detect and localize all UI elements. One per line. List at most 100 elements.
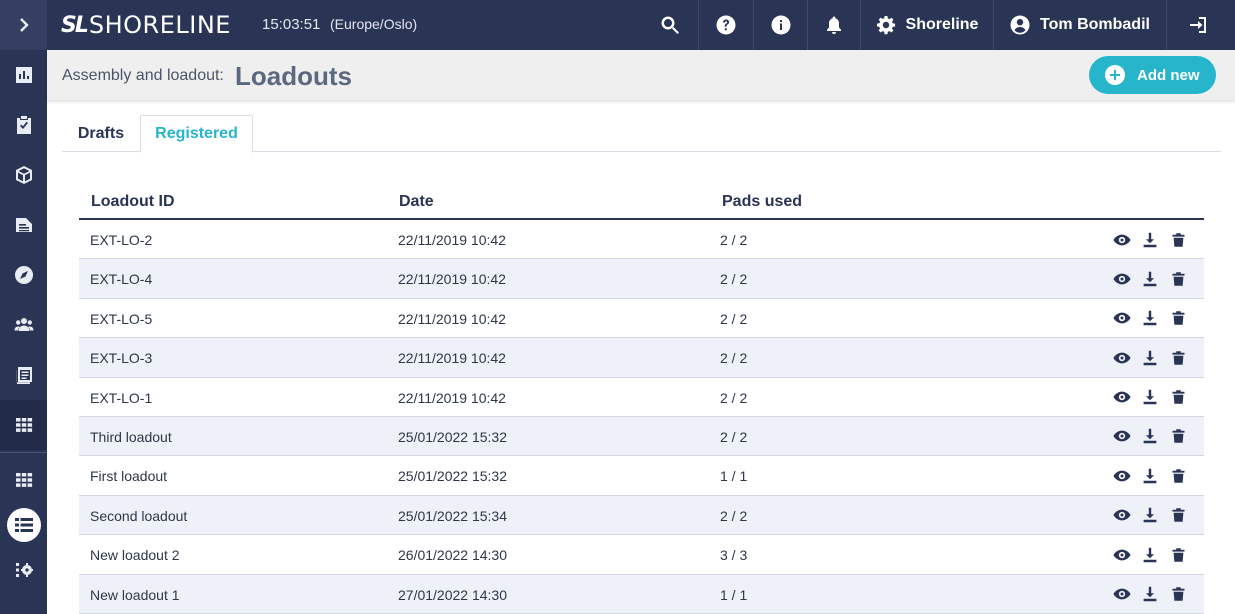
add-new-button[interactable]: Add new — [1089, 56, 1216, 94]
view-button[interactable] — [1113, 309, 1131, 327]
view-button[interactable] — [1113, 467, 1131, 485]
pads-used-cell: 2 / 2 — [720, 271, 748, 288]
sidebar-item-calendar[interactable] — [0, 350, 47, 400]
help-button[interactable] — [699, 0, 753, 50]
download-icon — [1143, 508, 1157, 523]
download-icon — [1143, 468, 1157, 484]
date-cell: 25/01/2022 15:32 — [398, 468, 507, 485]
logout-button[interactable] — [1172, 0, 1224, 50]
tab-bar: Drafts Registered — [62, 115, 1221, 153]
download-button[interactable] — [1141, 388, 1159, 406]
tab-registered[interactable]: Registered — [140, 115, 253, 153]
sidebar-item-tasks[interactable] — [0, 100, 47, 150]
sidebar-item-navigation[interactable] — [0, 250, 47, 300]
delete-button[interactable] — [1169, 309, 1187, 327]
row-actions — [1113, 575, 1187, 614]
sidebar-item-assembly[interactable] — [0, 400, 47, 450]
table-row[interactable]: EXT-LO-5 22/11/2019 10:42 2 / 2 — [79, 299, 1204, 339]
sidebar-expand-button[interactable] — [0, 0, 47, 50]
table-row[interactable]: First loadout 25/01/2022 15:32 1 / 1 — [79, 456, 1204, 496]
gear-icon — [876, 16, 895, 35]
delete-button[interactable] — [1169, 467, 1187, 485]
table-row[interactable]: EXT-LO-3 22/11/2019 10:42 2 / 2 — [79, 338, 1204, 378]
delete-button[interactable] — [1169, 231, 1187, 249]
logo-text: SHORELINE — [88, 11, 231, 39]
delete-button[interactable] — [1169, 506, 1187, 524]
sidebar-divider — [0, 452, 47, 453]
app-logo[interactable]: SL SHORELINE — [61, 10, 231, 40]
download-button[interactable] — [1141, 467, 1159, 485]
view-button[interactable] — [1113, 270, 1131, 288]
user-avatar-icon — [1010, 15, 1030, 35]
chevron-right-icon — [19, 18, 29, 32]
date-cell: 22/11/2019 10:42 — [398, 232, 506, 248]
sidebar-item-documents[interactable] — [0, 200, 47, 250]
eye-icon — [1113, 588, 1131, 600]
trash-icon — [1172, 508, 1184, 522]
download-button[interactable] — [1141, 506, 1159, 524]
sidebar-item-users[interactable] — [0, 300, 47, 350]
loadouts-table: Loadout ID Date Pads used EXT-LO-2 22/11… — [79, 180, 1204, 614]
view-button[interactable] — [1113, 506, 1131, 524]
view-button[interactable] — [1113, 546, 1131, 564]
download-button[interactable] — [1141, 349, 1159, 367]
pads-used-cell: 2 / 2 — [720, 232, 748, 248]
column-header-date[interactable]: Date — [399, 193, 434, 211]
search-button[interactable] — [643, 0, 697, 50]
delete-button[interactable] — [1169, 270, 1187, 288]
page-header: Assembly and loadout: Loadouts Add new — [47, 50, 1235, 100]
view-button[interactable] — [1113, 388, 1131, 406]
view-button[interactable] — [1113, 231, 1131, 249]
row-actions — [1113, 417, 1187, 456]
table-row[interactable]: Third loadout 25/01/2022 15:32 2 / 2 — [79, 416, 1204, 457]
table-row[interactable]: New loadout 1 27/01/2022 14:30 1 / 1 — [79, 574, 1204, 614]
delete-button[interactable] — [1169, 349, 1187, 367]
trash-icon — [1172, 587, 1184, 601]
download-button[interactable] — [1141, 427, 1159, 445]
sidebar-item-modules[interactable] — [0, 455, 47, 505]
date-cell: 22/11/2019 10:42 — [398, 310, 506, 327]
help-icon — [716, 15, 736, 35]
download-button[interactable] — [1141, 270, 1159, 288]
user-menu[interactable]: Tom Bombadil — [994, 0, 1166, 50]
date-cell: 25/01/2022 15:34 — [398, 507, 507, 524]
table-row[interactable]: New loadout 2 26/01/2022 14:30 3 / 3 — [79, 535, 1204, 575]
calendar-list-icon — [14, 367, 32, 384]
row-actions — [1113, 456, 1187, 495]
column-header-loadout-id[interactable]: Loadout ID — [91, 193, 175, 211]
sidebar-item-dashboard[interactable] — [0, 50, 47, 100]
delete-button[interactable] — [1169, 427, 1187, 445]
table-row[interactable]: EXT-LO-1 22/11/2019 10:42 2 / 2 — [79, 378, 1204, 417]
download-button[interactable] — [1141, 309, 1159, 327]
delete-button[interactable] — [1169, 585, 1187, 603]
delete-button[interactable] — [1169, 546, 1187, 564]
eye-icon — [1113, 312, 1131, 324]
table-row[interactable]: Second loadout 25/01/2022 15:34 2 / 2 — [79, 495, 1204, 536]
notifications-button[interactable] — [808, 0, 860, 50]
sidebar-item-inventory[interactable] — [0, 150, 47, 200]
view-button[interactable] — [1113, 349, 1131, 367]
organization-menu[interactable]: Shoreline — [861, 0, 993, 50]
table-row[interactable]: EXT-LO-2 22/11/2019 10:42 2 / 2 — [79, 220, 1204, 260]
delete-button[interactable] — [1169, 388, 1187, 406]
user-name: Tom Bombadil — [1040, 16, 1150, 33]
info-button[interactable] — [754, 0, 807, 50]
trash-icon — [1172, 272, 1184, 286]
view-button[interactable] — [1113, 585, 1131, 603]
date-cell: 22/11/2019 10:42 — [398, 271, 506, 288]
view-button[interactable] — [1113, 427, 1131, 445]
download-button[interactable] — [1141, 231, 1159, 249]
pads-used-cell: 3 / 3 — [720, 547, 748, 564]
eye-icon — [1113, 352, 1131, 364]
column-header-pads-used[interactable]: Pads used — [722, 193, 802, 211]
sidebar-item-settings[interactable] — [0, 545, 47, 595]
tab-drafts[interactable]: Drafts — [62, 115, 140, 152]
download-button[interactable] — [1141, 546, 1159, 564]
trash-icon — [1172, 232, 1184, 247]
download-button[interactable] — [1141, 585, 1159, 603]
table-row[interactable]: EXT-LO-4 22/11/2019 10:42 2 / 2 — [79, 259, 1204, 299]
bar-chart-icon — [15, 67, 32, 83]
sidebar-item-loadouts[interactable] — [0, 500, 47, 550]
add-new-label: Add new — [1137, 66, 1200, 84]
download-icon — [1143, 547, 1157, 562]
